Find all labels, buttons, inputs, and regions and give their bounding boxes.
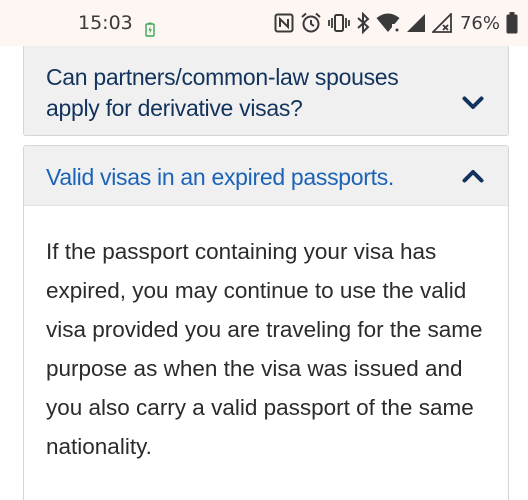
wifi-icon xyxy=(376,13,400,32)
faq-item-derivative-visas[interactable]: Can partners/common-law spouses apply fo… xyxy=(23,46,509,136)
nfc-icon xyxy=(274,13,294,33)
status-bar: 15:03 76% xyxy=(0,0,528,46)
status-time: 15:03 xyxy=(78,12,133,34)
status-icons: 76% xyxy=(274,10,518,36)
faq-question-header[interactable]: Valid visas in an expired passports. xyxy=(24,146,508,206)
battery-icon xyxy=(506,12,518,34)
vibrate-icon xyxy=(328,14,350,32)
faq-answer-text: If the passport containing your visa has… xyxy=(46,239,483,459)
signal-no-data-icon xyxy=(431,13,452,33)
chevron-down-icon[interactable] xyxy=(462,96,484,110)
faq-question-title[interactable]: Valid visas in an expired passports. xyxy=(46,162,446,193)
charging-battery-icon xyxy=(145,22,155,37)
chevron-up-icon[interactable] xyxy=(462,169,484,183)
alarm-icon xyxy=(301,12,321,33)
signal-icon xyxy=(406,14,425,32)
battery-percent: 76% xyxy=(459,12,500,34)
bluetooth-icon xyxy=(357,12,370,34)
faq-question-title[interactable]: Can partners/common-law spouses apply fo… xyxy=(46,62,446,124)
faq-item-expired-passport[interactable]: Valid visas in an expired passports. If … xyxy=(23,145,509,500)
faq-question-header[interactable]: Can partners/common-law spouses apply fo… xyxy=(24,46,508,135)
